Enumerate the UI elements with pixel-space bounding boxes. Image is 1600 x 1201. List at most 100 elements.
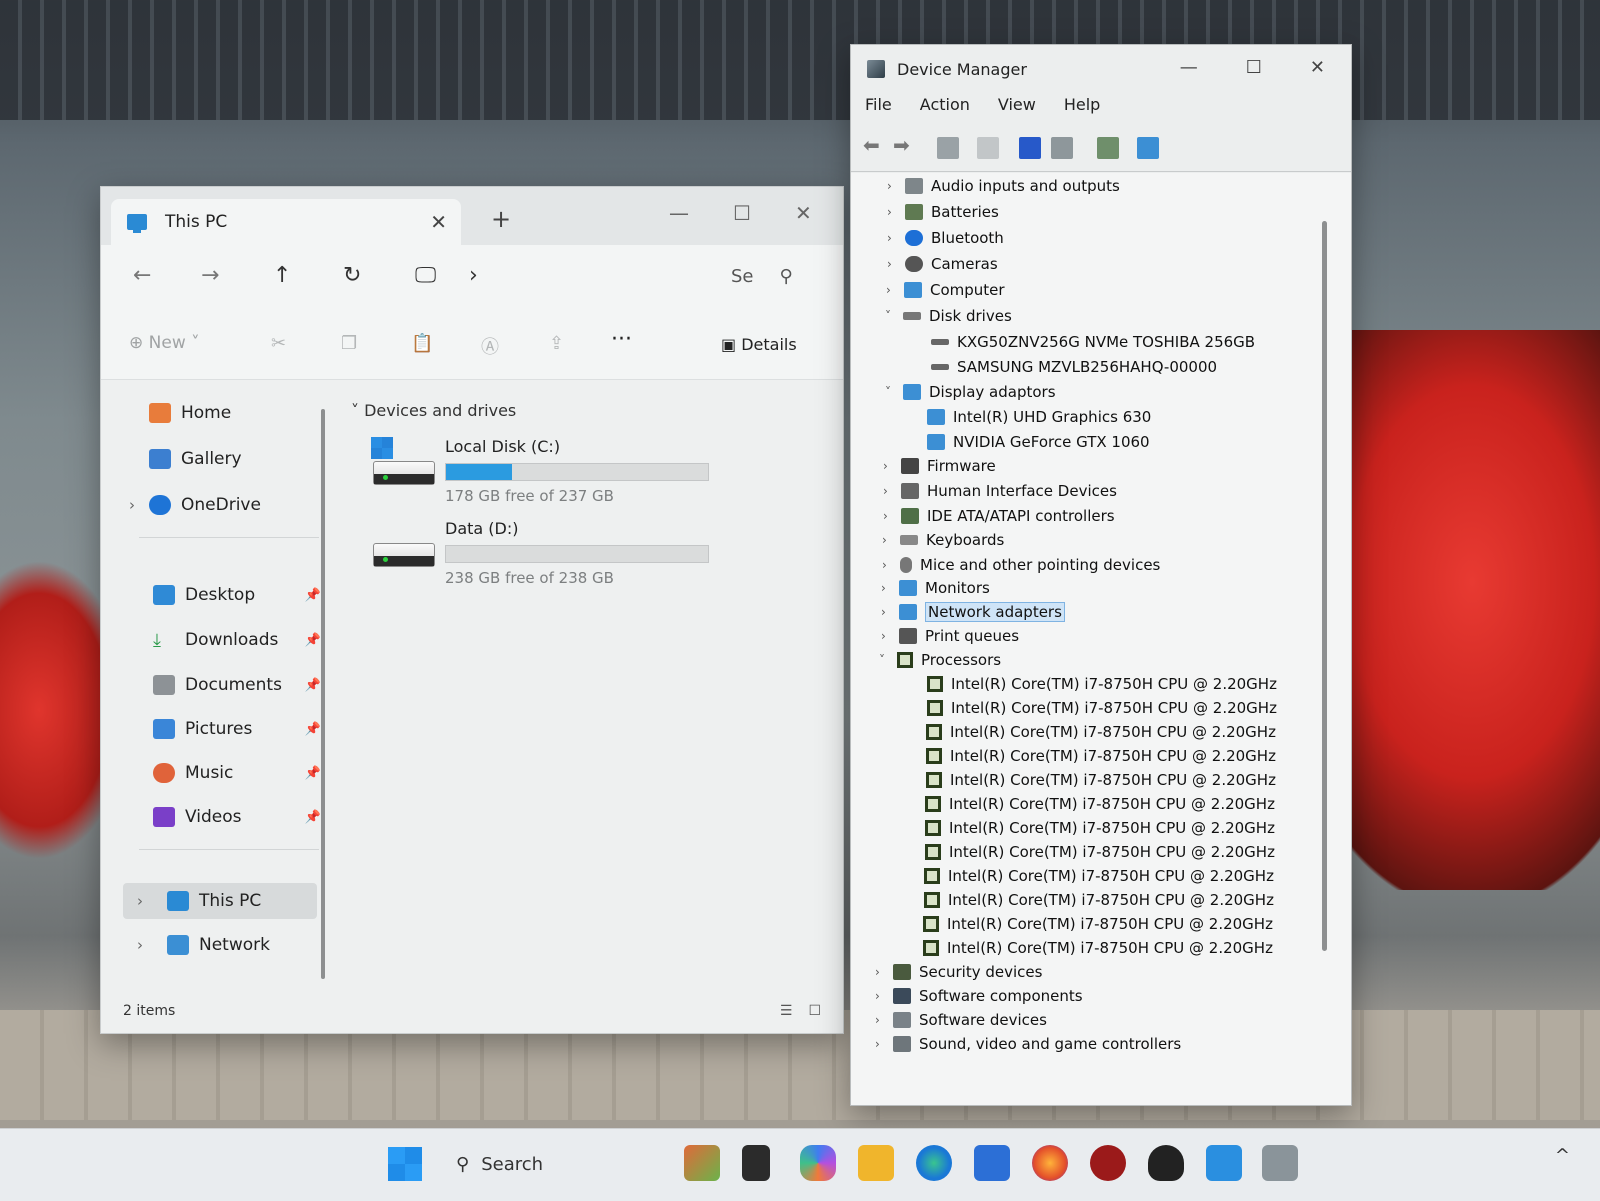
tree-hid[interactable]: › Human Interface Devices: [883, 480, 1117, 502]
tree-cameras[interactable]: › Cameras: [887, 253, 998, 275]
tree-audio[interactable]: › Audio inputs and outputs: [887, 175, 1120, 197]
chevron-right-icon[interactable]: ›: [137, 936, 143, 954]
computer-icon[interactable]: [1137, 137, 1159, 159]
chevron-down-icon[interactable]: ˅: [885, 385, 903, 399]
forward-arrow-icon[interactable]: ➡: [893, 133, 915, 157]
cut-icon[interactable]: ✂: [271, 333, 286, 354]
chevron-up-icon[interactable]: ^: [1555, 1145, 1570, 1166]
computer-icon[interactable]: 🖵: [415, 263, 436, 288]
search-box[interactable]: Se ⚲: [731, 259, 831, 293]
tree-cpu[interactable]: Intel(R) Core(TM) i7-8750H CPU @ 2.20GHz: [923, 937, 1273, 959]
tree-bluetooth[interactable]: › Bluetooth: [887, 227, 1004, 249]
tree-firmware[interactable]: › Firmware: [883, 455, 996, 477]
scan-hardware-icon[interactable]: [1097, 137, 1119, 159]
chevron-down-icon[interactable]: ˅: [885, 309, 903, 323]
chevron-right-icon[interactable]: ›: [875, 1013, 893, 1027]
help-icon[interactable]: [1019, 137, 1041, 159]
new-tab-button[interactable]: +: [491, 205, 511, 233]
tree-cpu[interactable]: Intel(R) Core(TM) i7-8750H CPU @ 2.20GHz: [924, 865, 1274, 887]
alienware-icon[interactable]: [1148, 1145, 1184, 1181]
sidebar-item-network[interactable]: › Network: [123, 927, 317, 963]
chevron-right-icon[interactable]: ›: [875, 1037, 893, 1051]
back-arrow-icon[interactable]: ←: [133, 263, 151, 288]
sidebar-item-music[interactable]: Music 📌: [153, 755, 329, 791]
tree-sound-video[interactable]: › Sound, video and game controllers: [875, 1033, 1181, 1055]
minimize-button[interactable]: —: [669, 201, 689, 225]
sidebar-item-documents[interactable]: Documents 📌: [153, 667, 329, 703]
menu-help[interactable]: Help: [1064, 95, 1100, 114]
chevron-right-icon[interactable]: ›: [137, 892, 143, 910]
tree-display-adaptors[interactable]: ˅ Display adaptors: [885, 381, 1056, 403]
tree-cpu[interactable]: Intel(R) Core(TM) i7-8750H CPU @ 2.20GHz: [926, 769, 1276, 791]
speedometer-icon[interactable]: [1206, 1145, 1242, 1181]
tree-cpu[interactable]: Intel(R) Core(TM) i7-8750H CPU @ 2.20GHz: [925, 793, 1275, 815]
chevron-right-icon[interactable]: ›: [882, 558, 900, 572]
chevron-right-icon[interactable]: ›: [882, 533, 900, 547]
chevron-right-icon[interactable]: ›: [887, 179, 905, 193]
tree-cpu[interactable]: Intel(R) Core(TM) i7-8750H CPU @ 2.20GHz: [923, 913, 1273, 935]
group-header[interactable]: ˅ Devices and drives: [351, 401, 516, 420]
tab-this-pc[interactable]: This PC ✕: [111, 199, 461, 245]
close-button[interactable]: ✕: [795, 201, 812, 225]
maximize-button[interactable]: ☐: [733, 201, 751, 225]
sidebar-item-pictures[interactable]: Pictures 📌: [153, 711, 329, 747]
tree-gpu-intel[interactable]: Intel(R) UHD Graphics 630: [927, 406, 1151, 428]
chevron-right-icon[interactable]: ›: [887, 231, 905, 245]
menu-action[interactable]: Action: [920, 95, 970, 114]
tree-cpu[interactable]: Intel(R) Core(TM) i7-8750H CPU @ 2.20GHz: [926, 745, 1276, 767]
device-tree-scrollbar[interactable]: [1322, 221, 1327, 951]
chevron-right-icon[interactable]: ›: [883, 459, 901, 473]
tiles-view-icon[interactable]: ☐: [808, 1003, 821, 1019]
chevron-right-icon[interactable]: ›: [883, 509, 901, 523]
tree-computer[interactable]: › Computer: [886, 279, 1005, 301]
tree-cpu[interactable]: Intel(R) Core(TM) i7-8750H CPU @ 2.20GHz: [925, 817, 1275, 839]
up-arrow-icon[interactable]: ↑: [273, 263, 291, 288]
tree-batteries[interactable]: › Batteries: [887, 201, 999, 223]
chevron-right-icon[interactable]: ›: [129, 496, 135, 514]
chevron-right-icon[interactable]: ›: [881, 605, 899, 619]
paste-icon[interactable]: 📋: [411, 333, 433, 354]
sidebar-item-gallery[interactable]: Gallery: [149, 441, 359, 477]
chevron-right-icon[interactable]: ›: [881, 581, 899, 595]
tree-print-queues[interactable]: › Print queues: [881, 625, 1019, 647]
tab-close-button[interactable]: ✕: [430, 210, 447, 234]
drive-c[interactable]: Local Disk (C:) 178 GB free of 237 GB: [361, 437, 821, 511]
menu-file[interactable]: File: [865, 95, 892, 114]
chevron-right-icon[interactable]: ›: [875, 989, 893, 1003]
close-button[interactable]: ✕: [1310, 57, 1325, 78]
details-button[interactable]: ▣ Details: [721, 335, 797, 354]
firefox-icon[interactable]: [1032, 1145, 1068, 1181]
sidebar-item-home[interactable]: Home: [149, 395, 359, 431]
sidebar-item-this-pc[interactable]: › This PC: [123, 883, 317, 919]
more-options-icon[interactable]: ···: [611, 327, 632, 352]
tree-monitors[interactable]: › Monitors: [881, 577, 990, 599]
taskbar-search[interactable]: ⚲ Search: [456, 1147, 543, 1181]
view-icon[interactable]: [1051, 137, 1073, 159]
share-icon[interactable]: ⇪: [549, 333, 564, 354]
tree-gpu-nvidia[interactable]: NVIDIA GeForce GTX 1060: [927, 431, 1150, 453]
tree-mice[interactable]: › Mice and other pointing devices: [882, 554, 1160, 576]
device-manager-taskbar-icon[interactable]: [1262, 1145, 1298, 1181]
rename-icon[interactable]: Ⓐ: [481, 333, 499, 359]
widgets-icon[interactable]: [684, 1145, 720, 1181]
sidebar-item-downloads[interactable]: ⤓ Downloads 📌: [153, 622, 329, 658]
tree-security-devices[interactable]: › Security devices: [875, 961, 1042, 983]
chevron-right-icon[interactable]: ›: [881, 629, 899, 643]
tree-disk-samsung[interactable]: SAMSUNG MZVLB256HAHQ-00000: [931, 356, 1217, 378]
tree-disk-drives[interactable]: ˅ Disk drives: [885, 305, 1012, 327]
chevron-down-icon[interactable]: ˅: [879, 653, 897, 667]
sidebar-item-desktop[interactable]: Desktop 📌: [153, 577, 329, 613]
tree-keyboards[interactable]: › Keyboards: [882, 529, 1004, 551]
edge-icon[interactable]: [916, 1145, 952, 1181]
tree-software-devices[interactable]: › Software devices: [875, 1009, 1047, 1031]
list-view-icon[interactable]: ☰: [780, 1003, 793, 1019]
sidebar-scrollbar[interactable]: [321, 409, 325, 979]
copy-icon[interactable]: ❐: [341, 333, 357, 354]
tree-cpu[interactable]: Intel(R) Core(TM) i7-8750H CPU @ 2.20GHz: [926, 721, 1276, 743]
minimize-button[interactable]: —: [1180, 57, 1198, 78]
task-view-icon[interactable]: [742, 1145, 770, 1181]
forward-arrow-icon[interactable]: →: [201, 263, 219, 288]
refresh-icon[interactable]: ↻: [343, 263, 361, 288]
new-button[interactable]: ⊕ New ˅: [129, 333, 200, 353]
menu-view[interactable]: View: [998, 95, 1036, 114]
